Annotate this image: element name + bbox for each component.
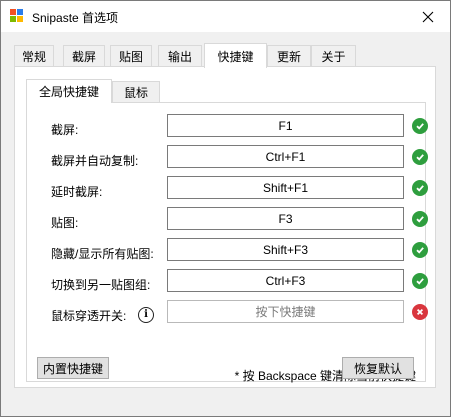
info-icon[interactable]: i	[138, 307, 154, 323]
tab-label: 贴图	[118, 50, 143, 64]
tab-about[interactable]: 关于	[311, 45, 356, 67]
check-icon	[412, 149, 428, 165]
main-tab-bar: 常规 截屏 贴图 输出 快捷键 更新 关于	[1, 43, 450, 68]
subtab-label: 全局快捷键	[38, 85, 99, 99]
hotkey-label-paste: 贴图:	[51, 216, 79, 230]
hotkey-input-mouse-passthrough[interactable]: 按下快捷键	[167, 300, 404, 323]
hotkey-input-delayed-capture[interactable]: Shift+F1	[167, 176, 404, 199]
hotkeys-panel: 全局快捷键 鼠标 截屏: F1 截屏并自动复制: Ctrl+F1 延时截屏: S…	[14, 66, 436, 388]
snipaste-app-icon	[10, 9, 23, 22]
hotkey-input-capture[interactable]: F1	[167, 114, 404, 137]
close-icon	[422, 11, 434, 22]
check-icon	[412, 180, 428, 196]
check-icon	[412, 211, 428, 227]
subtab-mouse[interactable]: 鼠标	[112, 81, 160, 102]
tab-capture[interactable]: 截屏	[63, 45, 105, 67]
hotkey-input-capture-copy[interactable]: Ctrl+F1	[167, 145, 404, 168]
tab-output[interactable]: 输出	[158, 45, 202, 67]
tab-label: 更新	[276, 50, 301, 64]
subtab-global-hotkeys[interactable]: 全局快捷键	[26, 79, 112, 103]
tab-label: 快捷键	[217, 49, 254, 64]
tab-general[interactable]: 常规	[14, 45, 54, 67]
builtin-hotkeys-button[interactable]: 内置快捷键	[37, 357, 109, 379]
hotkey-label-capture-copy: 截屏并自动复制:	[51, 154, 139, 168]
tab-label: 关于	[321, 50, 346, 64]
hotkey-label-delayed-capture: 延时截屏:	[51, 185, 103, 199]
hotkey-label-mouse-passthrough: 鼠标穿透开关:	[51, 309, 127, 323]
tab-hotkeys[interactable]: 快捷键	[204, 43, 267, 68]
error-icon	[412, 304, 428, 320]
tab-paste[interactable]: 贴图	[110, 45, 152, 67]
tab-label: 常规	[21, 50, 46, 64]
hotkey-input-switch-group[interactable]: Ctrl+F3	[167, 269, 404, 292]
hotkey-input-toggle-pastes[interactable]: Shift+F3	[167, 238, 404, 261]
check-icon	[412, 118, 428, 134]
check-icon	[412, 242, 428, 258]
hotkey-label-capture: 截屏:	[51, 123, 79, 137]
hotkey-label-switch-group: 切换到另一贴图组:	[51, 278, 151, 292]
close-button[interactable]	[406, 1, 450, 32]
subtab-label: 鼠标	[123, 85, 148, 100]
tab-update[interactable]: 更新	[267, 45, 311, 67]
check-icon	[412, 273, 428, 289]
window-title: Snipaste 首选项	[32, 11, 119, 25]
title-bar: Snipaste 首选项	[1, 1, 450, 32]
tab-label: 截屏	[71, 50, 96, 64]
hotkey-label-toggle-pastes: 隐藏/显示所有贴图:	[51, 247, 154, 261]
preferences-window: Snipaste 首选项 常规 截屏 贴图 输出 快捷键 更新 关于 全局快捷键…	[0, 0, 451, 417]
restore-defaults-button[interactable]: 恢复默认	[342, 357, 414, 379]
hotkey-input-paste[interactable]: F3	[167, 207, 404, 230]
tab-label: 输出	[167, 50, 192, 64]
global-hotkeys-list: 截屏: F1 截屏并自动复制: Ctrl+F1 延时截屏: Shift+F1 贴…	[26, 102, 428, 383]
